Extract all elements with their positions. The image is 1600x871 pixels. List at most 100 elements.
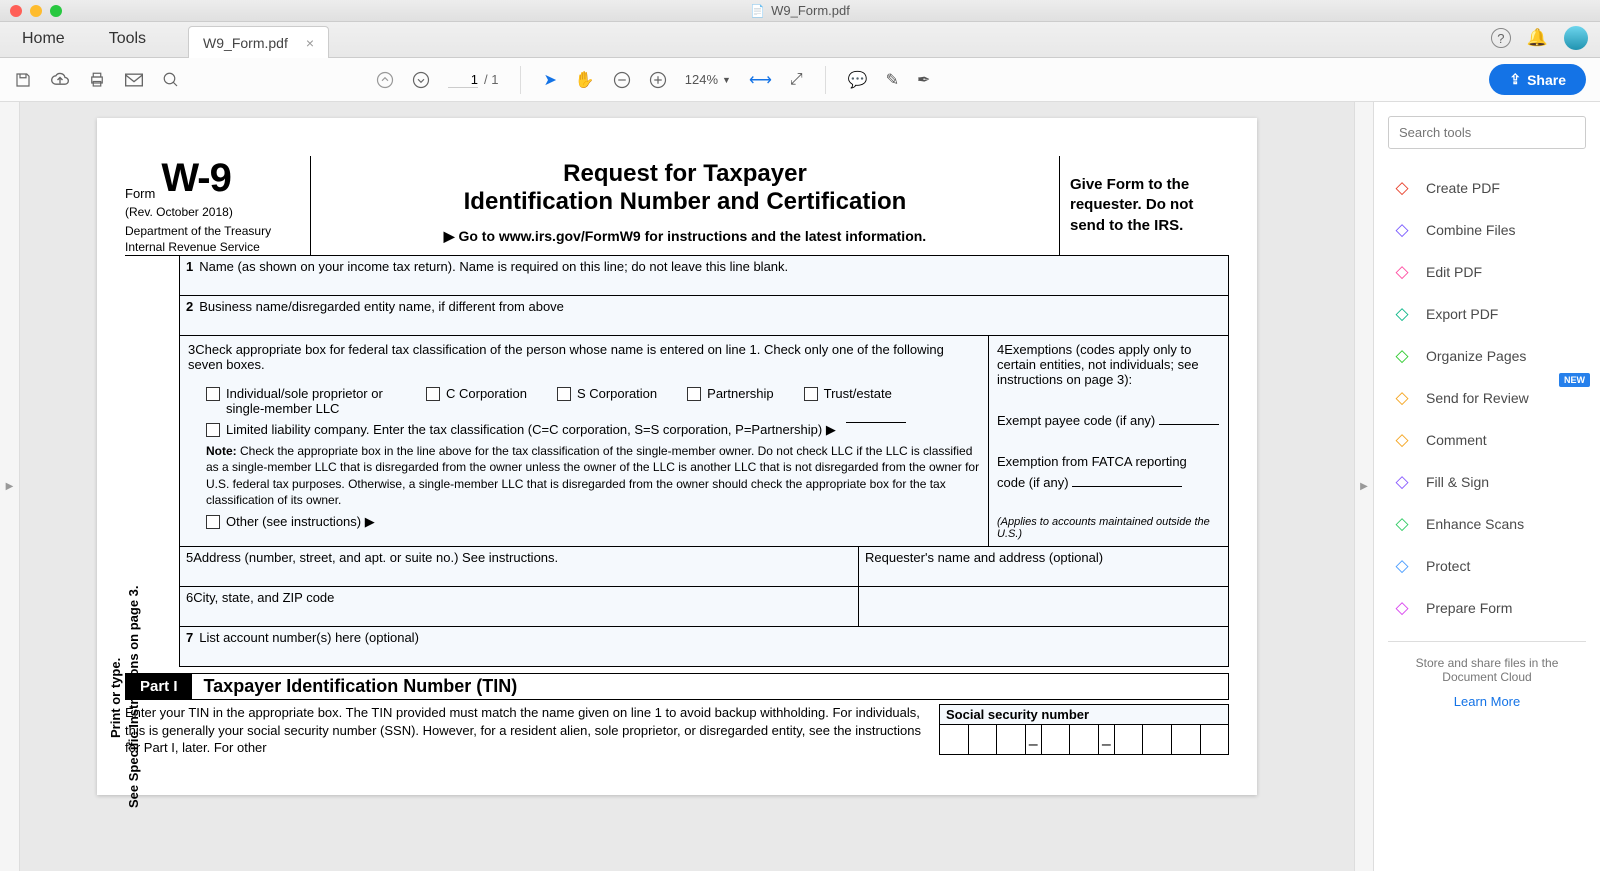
notifications-icon[interactable]: 🔔 bbox=[1527, 28, 1548, 48]
sidebar-item-label: Comment bbox=[1426, 432, 1487, 448]
sidebar-item-create-pdf[interactable]: ◇Create PDF bbox=[1388, 167, 1586, 209]
form-title-2: Identification Number and Certification bbox=[321, 188, 1049, 216]
user-avatar[interactable] bbox=[1564, 26, 1588, 50]
ssn-input[interactable]: – – bbox=[939, 725, 1229, 755]
sidebar-item-label: Create PDF bbox=[1426, 180, 1500, 196]
share-icon: ⇪ bbox=[1509, 71, 1521, 88]
tin-instructions: Enter your TIN in the appropriate box. T… bbox=[125, 704, 921, 757]
page-total: / 1 bbox=[484, 72, 498, 87]
sidetext-instructions: See Specific Instructions on page 3. bbox=[126, 585, 141, 808]
sidebar-item-label: Send for Review bbox=[1426, 390, 1529, 406]
sidebar-item-enhance-scans[interactable]: ◇ Enhance Scans bbox=[1388, 503, 1586, 545]
form-dept: Department of the Treasury Internal Reve… bbox=[125, 224, 302, 255]
nav-tools[interactable]: Tools bbox=[87, 21, 168, 57]
zoom-out-icon[interactable] bbox=[613, 71, 631, 89]
help-icon[interactable]: ? bbox=[1491, 28, 1511, 48]
page-current-input[interactable] bbox=[448, 72, 478, 88]
right-rail-toggle[interactable]: ▶ bbox=[1354, 102, 1374, 871]
checkbox-other[interactable]: Other (see instructions) ▶ bbox=[206, 514, 980, 530]
share-label: Share bbox=[1527, 72, 1566, 88]
close-tab-icon[interactable]: × bbox=[306, 35, 314, 51]
line-5-requester: Requester's name and address (optional) bbox=[859, 547, 1229, 587]
toolbar: / 1 ➤ ✋ 124% ▼ ⟷ ⤢ 💬 ✎ ✒ ⇪ Share bbox=[0, 58, 1600, 102]
page-content: Form W-9 (Rev. October 2018) Department … bbox=[97, 118, 1257, 795]
sidebar-item-send-for-review[interactable]: ◇Send for ReviewNEW bbox=[1388, 377, 1586, 419]
checkbox-partnership[interactable]: Partnership bbox=[687, 386, 773, 416]
maximize-window[interactable] bbox=[50, 5, 62, 17]
tool-icon: ◇ bbox=[1392, 556, 1412, 576]
form-revision: (Rev. October 2018) bbox=[125, 205, 302, 219]
checkbox-ccorp[interactable]: C Corporation bbox=[426, 386, 527, 416]
document-tab[interactable]: W9_Form.pdf × bbox=[188, 26, 329, 58]
window-titlebar: 📄 W9_Form.pdf bbox=[0, 0, 1600, 22]
line-6: 6City, state, and ZIP code bbox=[179, 587, 859, 627]
checkbox-llc[interactable]: Limited liability company. Enter the tax… bbox=[206, 422, 980, 438]
fit-width-icon[interactable]: ⟷ bbox=[749, 70, 772, 90]
sign-tool-icon[interactable]: ✒ bbox=[917, 70, 930, 90]
line-5-requester-fill bbox=[859, 587, 1229, 627]
save-icon[interactable] bbox=[14, 71, 32, 89]
sidebar-item-label: Edit PDF bbox=[1426, 264, 1482, 280]
checkbox-trust[interactable]: Trust/estate bbox=[804, 386, 892, 416]
sidebar-item-fill-sign[interactable]: ◇Fill & Sign bbox=[1388, 461, 1586, 503]
page-up-icon[interactable] bbox=[376, 71, 394, 89]
chevron-right-icon: ▶ bbox=[6, 481, 14, 492]
minimize-window[interactable] bbox=[30, 5, 42, 17]
hand-tool-icon[interactable]: ✋ bbox=[575, 70, 595, 90]
page-down-icon[interactable] bbox=[412, 71, 430, 89]
tool-icon: ◇ bbox=[1392, 514, 1412, 534]
comment-tool-icon[interactable]: 💬 bbox=[848, 70, 868, 90]
window-title: W9_Form.pdf bbox=[771, 3, 850, 18]
cloud-upload-icon[interactable] bbox=[50, 71, 70, 89]
document-viewport[interactable]: Print or type. See Specific Instructions… bbox=[20, 102, 1354, 871]
sidebar-footer: Store and share files in the Document Cl… bbox=[1388, 641, 1586, 709]
tool-icon: ◇ bbox=[1392, 220, 1412, 240]
left-rail-toggle[interactable]: ▶ bbox=[0, 102, 20, 871]
checkbox-scorp[interactable]: S Corporation bbox=[557, 386, 657, 416]
sidebar-item-organize-pages[interactable]: ◇Organize Pages bbox=[1388, 335, 1586, 377]
line-4: 4Exemptions (codes apply only to certain… bbox=[989, 336, 1229, 547]
learn-more-link[interactable]: Learn More bbox=[1388, 694, 1586, 709]
chevron-right-icon: ▶ bbox=[1360, 481, 1368, 492]
sidebar-item-combine-files[interactable]: ◇Combine Files bbox=[1388, 209, 1586, 251]
fit-page-icon[interactable]: ⤢ bbox=[790, 71, 803, 89]
sidebar-item-label: Export PDF bbox=[1426, 306, 1498, 322]
new-badge: NEW bbox=[1559, 373, 1590, 387]
zoom-value: 124% bbox=[685, 72, 718, 87]
select-tool-icon[interactable]: ➤ bbox=[543, 70, 556, 90]
sidebar-item-label: Organize Pages bbox=[1426, 348, 1526, 364]
tool-icon: ◇ bbox=[1392, 388, 1412, 408]
highlight-tool-icon[interactable]: ✎ bbox=[886, 70, 899, 90]
sidebar-item-edit-pdf[interactable]: ◇Edit PDF bbox=[1388, 251, 1586, 293]
share-button[interactable]: ⇪ Share bbox=[1489, 64, 1586, 95]
sidebar-item-protect[interactable]: ◇Protect bbox=[1388, 545, 1586, 587]
sidebar-item-prepare-form[interactable]: ◇ Prepare Form bbox=[1388, 587, 1586, 629]
zoom-select[interactable]: 124% ▼ bbox=[685, 72, 731, 87]
chevron-down-icon: ▼ bbox=[722, 75, 731, 85]
sidebar-item-export-pdf[interactable]: ◇Export PDF bbox=[1388, 293, 1586, 335]
search-icon[interactable] bbox=[162, 71, 180, 89]
sidebar-item-label: Prepare Form bbox=[1426, 600, 1512, 616]
nav-home[interactable]: Home bbox=[0, 21, 87, 57]
sidebar-item-label: Enhance Scans bbox=[1426, 516, 1524, 532]
page-indicator: / 1 bbox=[448, 72, 498, 88]
form-give: Give Form to the requester. Do not send … bbox=[1070, 175, 1229, 236]
tools-sidebar: ◇Create PDF◇Combine Files◇Edit PDF◇Expor… bbox=[1374, 102, 1600, 871]
tool-icon: ◇ bbox=[1392, 598, 1412, 618]
email-icon[interactable] bbox=[124, 72, 144, 88]
checkbox-individual[interactable]: Individual/sole proprietor or single-mem… bbox=[206, 386, 396, 416]
pdf-file-icon: 📄 bbox=[750, 4, 765, 18]
traffic-lights bbox=[10, 5, 62, 17]
zoom-in-icon[interactable] bbox=[649, 71, 667, 89]
search-tools-input[interactable] bbox=[1388, 116, 1586, 149]
print-icon[interactable] bbox=[88, 71, 106, 89]
form-label: Form bbox=[125, 186, 155, 201]
sidebar-item-comment[interactable]: ◇ Comment bbox=[1388, 419, 1586, 461]
line-7: 7List account number(s) here (optional) bbox=[179, 627, 1229, 667]
line-1: 1Name (as shown on your income tax retur… bbox=[179, 256, 1229, 296]
line-5: 5Address (number, street, and apt. or su… bbox=[179, 547, 859, 587]
tab-bar: Home Tools W9_Form.pdf × ? 🔔 bbox=[0, 22, 1600, 58]
toolbar-divider bbox=[825, 66, 826, 94]
tool-icon: ◇ bbox=[1392, 430, 1412, 450]
close-window[interactable] bbox=[10, 5, 22, 17]
